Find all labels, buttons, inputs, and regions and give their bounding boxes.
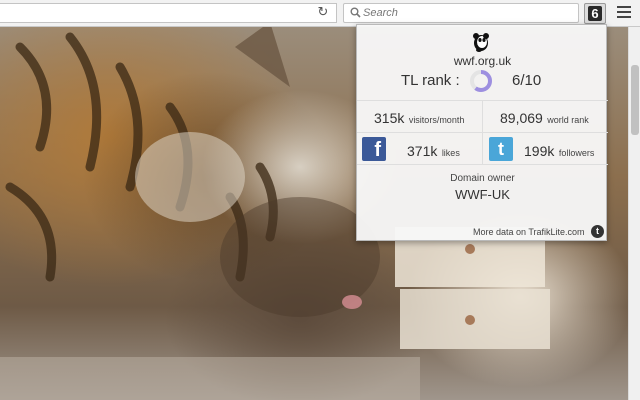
scrollbar-thumb[interactable] — [631, 65, 639, 135]
domain-owner-value: WWF-UK — [455, 187, 510, 202]
facebook-icon[interactable]: f — [362, 137, 386, 161]
visitors-label: visitors/month — [408, 115, 465, 125]
trafiklite-extension-button[interactable]: 6 — [584, 3, 606, 24]
followers-value: 199k — [524, 143, 555, 159]
reload-icon[interactable]: ↻ — [316, 5, 330, 21]
likes-value: 371k — [407, 143, 438, 159]
address-bar[interactable]: ↻ — [0, 3, 337, 23]
world-rank-label: world rank — [547, 115, 589, 125]
search-icon — [350, 7, 361, 18]
extension-rank-badge: 6 — [588, 6, 602, 21]
followers-stat: 199k followers — [524, 143, 594, 161]
hamburger-menu-icon[interactable] — [617, 6, 631, 20]
domain-owner-label: Domain owner — [450, 173, 515, 184]
visitors-value: 315k — [374, 110, 405, 126]
trafiklite-popup: wwf.org.uk TL rank : 6/10 315k visitors/… — [356, 24, 608, 241]
search-placeholder: Search — [363, 7, 398, 19]
followers-label: followers — [558, 148, 595, 158]
rank-ring-icon — [470, 70, 492, 92]
domain-name: wwf.org.uk — [453, 54, 512, 68]
more-data-link[interactable]: More data on TrafikLite.com — [473, 227, 585, 237]
likes-label: likes — [441, 148, 460, 158]
trafiklite-logo-icon[interactable]: t — [591, 225, 604, 238]
browser-toolbar: ↻ Search 6 — [0, 0, 640, 27]
likes-stat: 371k likes — [407, 143, 460, 161]
stats-grid: 315k visitors/month 89,069 world rank f … — [357, 100, 608, 165]
page-scrollbar[interactable] — [628, 27, 640, 400]
visitors-stat: 315k visitors/month — [374, 110, 464, 128]
search-input[interactable]: Search — [343, 3, 579, 23]
tl-rank-value: 6/10 — [512, 72, 542, 89]
world-rank-value: 89,069 — [500, 110, 543, 126]
world-rank-stat: 89,069 world rank — [500, 110, 589, 128]
wwf-panda-icon — [473, 33, 489, 52]
tl-rank-label: TL rank : — [401, 72, 460, 89]
twitter-icon[interactable]: t — [489, 137, 513, 161]
